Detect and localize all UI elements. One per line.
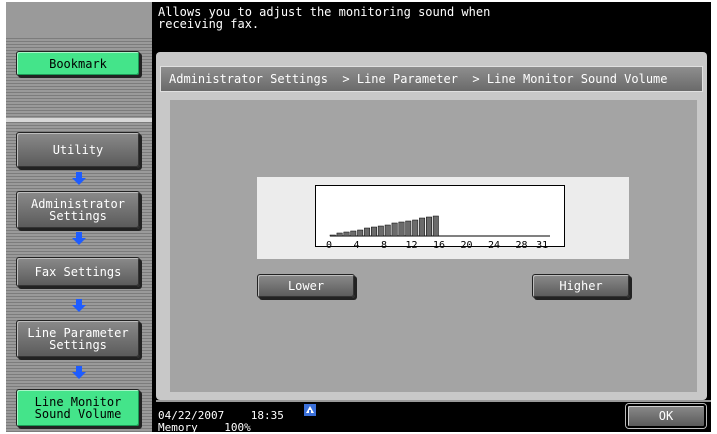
tick-label: 31 [536, 240, 549, 251]
higher-button[interactable]: Higher [532, 274, 630, 298]
bookmark-button[interactable]: Bookmark [16, 51, 140, 76]
sidebar: Bookmark Utility Administrator Settings … [6, 2, 152, 432]
tick-label: 28 [515, 240, 528, 251]
help-message: Allows you to adjust the monitoring soun… [158, 5, 491, 31]
tick-label: 16 [433, 240, 446, 251]
memory-value: 100% [224, 421, 251, 432]
volume-bar [329, 234, 336, 237]
volume-bar [377, 225, 384, 237]
volume-bar [350, 230, 357, 237]
tick-label: 24 [488, 240, 501, 251]
tick-label: 12 [405, 240, 418, 251]
tick-label: 20 [460, 240, 473, 251]
status-time: 18:35 [250, 409, 284, 422]
arrow-down-icon [72, 232, 86, 245]
volume-bar [391, 222, 398, 237]
volume-gauge [315, 185, 565, 247]
memory-label: Memory [158, 421, 198, 432]
volume-panel: 0 4 8 12 16 20 24 28 31 [257, 177, 629, 259]
volume-bar [357, 229, 364, 237]
volume-bar [398, 221, 405, 237]
sidebar-item-administrator-settings[interactable]: Administrator Settings [16, 191, 140, 229]
volume-bar [384, 224, 391, 237]
tick-label: 4 [353, 240, 360, 251]
breadcrumb: Administrator Settings > Line Parameter … [160, 66, 703, 92]
volume-bar [405, 220, 412, 237]
tick-label: 8 [381, 240, 388, 251]
volume-bar [432, 215, 439, 237]
content-area: 0 4 8 12 16 20 24 28 31 Lower Higher [170, 100, 697, 392]
arrow-down-icon [72, 366, 86, 379]
tick-label: 0 [326, 240, 333, 251]
sidebar-item-line-monitor-sound-volume[interactable]: Line Monitor Sound Volume [16, 389, 140, 427]
volume-bar [426, 216, 432, 237]
volume-bar [412, 219, 419, 237]
status-memory: Memory 100% [158, 422, 251, 432]
ok-button[interactable]: OK [626, 404, 706, 428]
volume-bar [371, 226, 377, 237]
status-datetime: 04/22/2007 18:35 [158, 410, 284, 421]
screen: Bookmark Utility Administrator Settings … [6, 2, 711, 432]
arrow-down-icon [72, 172, 86, 185]
main-panel: Administrator Settings > Line Parameter … [156, 52, 707, 400]
volume-bar [364, 227, 371, 237]
volume-bar [336, 232, 343, 237]
volume-bars [329, 215, 550, 237]
volume-bar [343, 231, 350, 237]
lower-button[interactable]: Lower [257, 274, 355, 298]
network-icon [304, 404, 316, 416]
volume-bar [419, 217, 426, 237]
sidebar-item-fax-settings[interactable]: Fax Settings [16, 257, 140, 287]
sidebar-item-line-parameter-settings[interactable]: Line Parameter Settings [16, 320, 140, 358]
sidebar-item-utility[interactable]: Utility [16, 132, 140, 168]
arrow-down-icon [72, 299, 86, 312]
